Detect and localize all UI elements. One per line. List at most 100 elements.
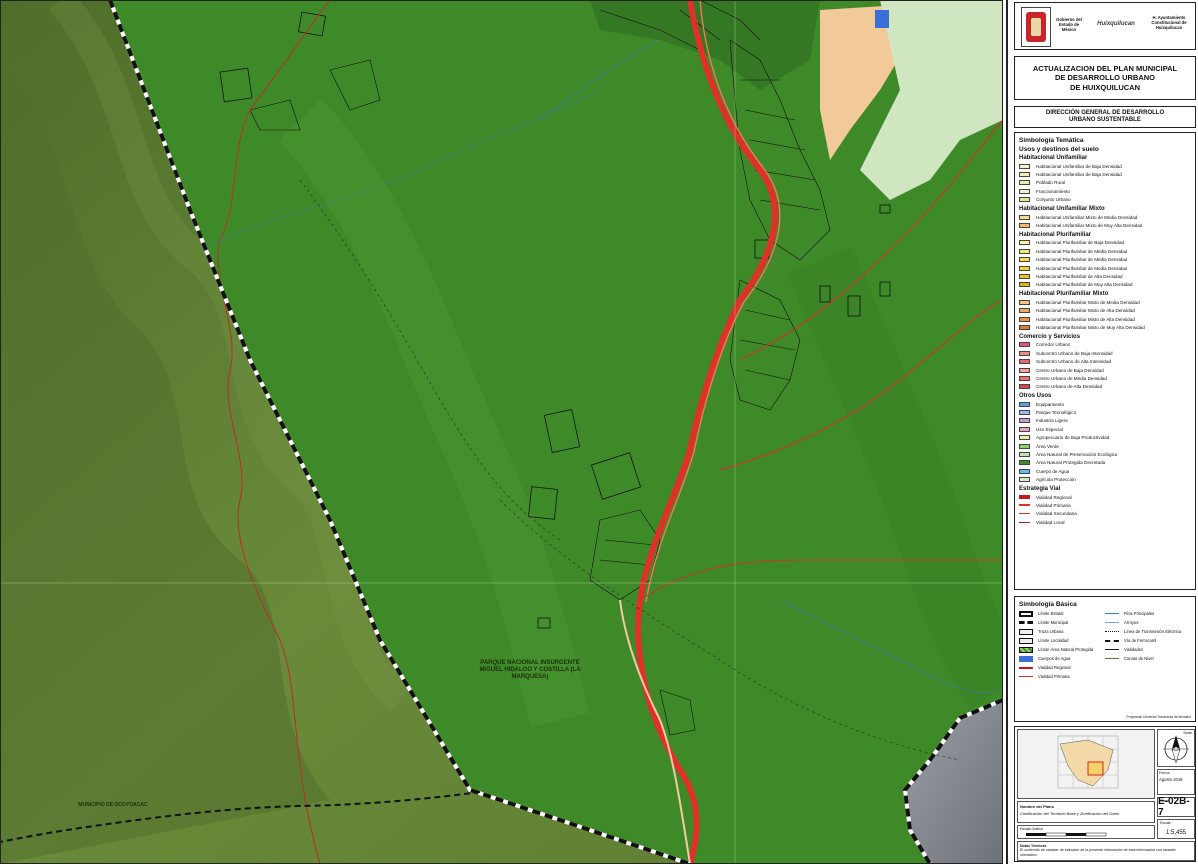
state-crest-logo xyxy=(1021,7,1051,47)
basic-legend-item: Vialidad Primaria xyxy=(1019,672,1105,681)
locator-map-drawing xyxy=(1057,735,1119,789)
locator-map xyxy=(1017,729,1155,799)
basic-legend-label: Vía de Ferrocarril xyxy=(1124,638,1157,643)
legend-swatch xyxy=(1019,180,1030,186)
legend-group-title: Habitacional Plurifamiliar xyxy=(1019,231,1092,238)
date-value: Agosto 2018 xyxy=(1159,777,1183,782)
basic-legend-symbol xyxy=(1105,649,1119,650)
legend-group-title: Otros Usos xyxy=(1019,392,1052,399)
legend-swatch xyxy=(1019,452,1030,458)
basic-legend-label: Vialidad Regional xyxy=(1038,665,1071,670)
legend-swatch xyxy=(1019,308,1030,314)
legend-item-label: Habitacional Plurifamiliar Mixto de Medi… xyxy=(1036,299,1140,305)
basic-legend-symbol xyxy=(1019,628,1033,635)
legend-swatch xyxy=(1019,223,1030,229)
date-block: Fecha Agosto 2018 xyxy=(1157,769,1195,795)
legend-swatch xyxy=(1019,359,1030,365)
plan-title-box: ACTUALIZACION DEL PLAN MUNICIPAL DE DESA… xyxy=(1014,56,1196,100)
legend-line-symbol xyxy=(1019,513,1030,515)
legend-item: Agrícola Protección xyxy=(1019,476,1191,484)
legend-item-label: Uso Especial xyxy=(1036,426,1063,432)
legend-item: Habitacional Plurifamiliar de Baja Densi… xyxy=(1019,239,1191,247)
basic-legend-item: Vialidades xyxy=(1105,645,1191,654)
legend-item: Poblado Rural xyxy=(1019,179,1191,187)
legend-item: Habitacional Plurifamiliar Mixto de Muy … xyxy=(1019,323,1191,331)
basic-legend-item: Línea de Transmisión Eléctrica xyxy=(1105,627,1191,636)
basic-legend-item: Límite Municipal xyxy=(1019,618,1105,627)
legend-item-label: Equipamiento xyxy=(1036,401,1065,407)
basic-legend-item: Límite Estatal xyxy=(1019,609,1105,618)
legend-item-label: Centro Urbano de Baja Densidad xyxy=(1036,367,1104,373)
legend-item: Centro Urbano de Alta Densidad xyxy=(1019,383,1191,391)
legend-item: Vialidad Secundaria xyxy=(1019,510,1191,518)
basic-legend-item: Límite Área Natural Protegida xyxy=(1019,645,1105,654)
basic-legend-label: Cuerpos de Agua xyxy=(1038,656,1071,661)
legend-item: Uso Especial xyxy=(1019,425,1191,433)
legend-group-title: Comercio y Servicios xyxy=(1019,333,1081,340)
legend-swatch xyxy=(1019,257,1030,263)
basic-legend-label: Límite Estatal xyxy=(1038,611,1064,616)
department-name: DIRECCIÓN GENERAL DE DESARROLLO URBANO S… xyxy=(1045,110,1165,123)
basic-legend-symbol xyxy=(1105,613,1119,614)
map-view[interactable]: PARQUE NACIONAL INSURGENTE MIGUEL HIDALG… xyxy=(0,0,1003,864)
legend-item: Área Natural de Preservación Ecológica xyxy=(1019,450,1191,458)
basic-legend-symbol xyxy=(1019,666,1033,669)
north-arrow: Norte xyxy=(1157,729,1195,767)
legend-item-label: Vialidad Secundaria xyxy=(1036,511,1077,517)
scale-block: Escala 1:5,455 xyxy=(1157,819,1195,839)
legend-swatch xyxy=(1019,188,1030,194)
legend-swatch xyxy=(1019,468,1030,474)
department-box: DIRECCIÓN GENERAL DE DESARROLLO URBANO S… xyxy=(1014,106,1196,128)
date-label: Fecha xyxy=(1159,771,1170,775)
basic-legend-symbol xyxy=(1019,646,1033,653)
legend-item: Centro Urbano de Media Densidad xyxy=(1019,374,1191,382)
technical-notes: Notas Técnicas El contenido de carácter … xyxy=(1017,841,1195,861)
legend-item: Habitacional Plurifamiliar de Alta Densi… xyxy=(1019,272,1191,280)
basic-legend-label: Curvas de Nivel xyxy=(1124,656,1154,661)
legend-item-label: Habitacional Plurifamiliar de Media Dens… xyxy=(1036,248,1128,254)
legend-item: Subcentro Urbano de Alta Intensidad xyxy=(1019,357,1191,365)
legend-item: Habitacional Plurifamiliar Mixto de Medi… xyxy=(1019,298,1191,306)
basic-legend-label: Arroyos xyxy=(1124,620,1139,625)
legend-item-label: Área Verde xyxy=(1036,443,1059,449)
scale-label: Escala xyxy=(1160,821,1171,825)
legend-item-label: Habitacional Unifamiliar de Baja Densida… xyxy=(1036,163,1122,169)
basic-legend-label: Vialidad Primaria xyxy=(1038,674,1070,679)
municipality-logo-text: Huixquilucan xyxy=(1097,21,1135,27)
basic-legend-item: Vía de Ferrocarril xyxy=(1105,636,1191,645)
legend-swatch xyxy=(1019,273,1030,279)
legend-groups: Habitacional Unifamiliar Habitacional Uni… xyxy=(1019,155,1191,526)
basic-legend-symbol xyxy=(1019,676,1033,677)
basic-legend-item: Ríos Principales xyxy=(1105,609,1191,618)
thematic-legend: Simbología Temática Usos y destinos del … xyxy=(1014,132,1196,590)
basic-legend-label: Límite Municipal xyxy=(1038,620,1069,625)
legend-swatch xyxy=(1019,401,1030,407)
legend-item: Centro Urbano de Baja Densidad xyxy=(1019,366,1191,374)
plane-name-block: Nombre del Plano Clasificación del Terri… xyxy=(1017,801,1155,823)
city-council-text: H. Ayuntamiento Constitucional de Huixqu… xyxy=(1151,15,1187,31)
basic-legend-symbol xyxy=(1019,655,1033,662)
legend-item-label: Subcentro Urbano de Baja Intensidad xyxy=(1036,350,1113,356)
legend-group-title: Habitacional Unifamiliar Mixto xyxy=(1019,205,1105,212)
legend-swatch xyxy=(1019,350,1030,356)
sheet-code: Clave E-02B-7 xyxy=(1157,796,1195,818)
legend-item: Habitacional Plurifamiliar Mixto de Alta… xyxy=(1019,315,1191,323)
municipality-label: MUNICIPIO DE OCOYOACAC xyxy=(78,802,148,808)
title-block: Norte Fecha Agosto 2018 Clave E-02B-7 Es… xyxy=(1014,726,1196,862)
legend-item: Industria Ligera xyxy=(1019,417,1191,425)
technical-notes-text: El contenido de carácter de indicador de… xyxy=(1020,848,1176,857)
legend-item: Equipamiento xyxy=(1019,400,1191,408)
basic-legend-right-column: Ríos Principales Arroyos Línea de Transmis… xyxy=(1105,609,1191,681)
basic-legend-symbol xyxy=(1105,622,1119,623)
thematic-legend-title: Simbología Temática xyxy=(1019,137,1084,144)
legend-item-label: Subcentro Urbano de Alta Intensidad xyxy=(1036,359,1112,365)
basic-legend-label: Límite Localidad xyxy=(1038,638,1069,643)
basic-legend-title: Simbología Básica xyxy=(1019,601,1077,608)
legend-item-label: Fraccionamiento xyxy=(1036,188,1070,194)
legend-item-label: Habitacional Unifamiliar de Baja Densida… xyxy=(1036,172,1122,178)
legend-item: Cuerpo de Agua xyxy=(1019,467,1191,475)
legend-item: Vialidad Primaria xyxy=(1019,501,1191,509)
legend-swatch xyxy=(1019,324,1030,330)
legend-item: Vialidad Regional xyxy=(1019,493,1191,501)
legend-item-label: Parque Tecnológico xyxy=(1036,410,1077,416)
